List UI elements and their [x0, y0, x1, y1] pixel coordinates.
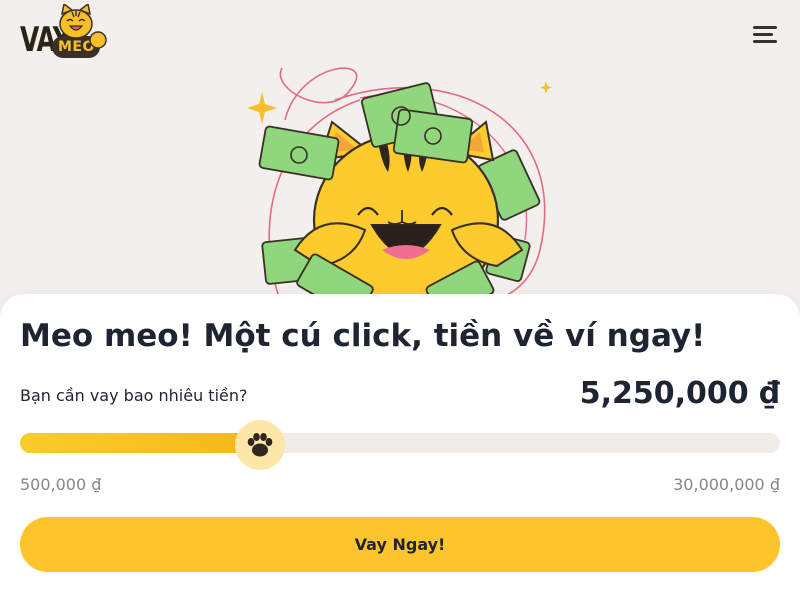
slider-thumb[interactable] — [235, 420, 285, 470]
slider-max-label: 30,000,000 ₫ — [673, 475, 780, 494]
slider-min-label: 500,000 ₫ — [20, 475, 102, 494]
loan-amount-slider[interactable] — [20, 420, 780, 470]
slider-fill — [20, 433, 270, 453]
paw-icon — [247, 433, 273, 457]
vay-meo-logo[interactable]: VAY MEO — [20, 4, 110, 60]
loan-amount-display: 5,250,000 ₫ — [579, 376, 780, 411]
loan-amount-question: Bạn cần vay bao nhiêu tiền? — [20, 386, 248, 405]
hamburger-menu-line — [753, 33, 773, 36]
logo-coin-icon — [89, 31, 107, 49]
sparkle-icon — [247, 92, 277, 124]
sparkle-icon — [540, 81, 552, 94]
hamburger-menu-line — [753, 40, 777, 43]
menu-button[interactable] — [748, 20, 782, 50]
page-title: Meo meo! Một cú click, tiền về ví ngay! — [20, 318, 706, 354]
hamburger-menu-icon — [753, 26, 777, 29]
apply-now-button[interactable]: Vay Ngay! — [20, 517, 780, 572]
happy-cat-with-money-illustration — [240, 60, 570, 320]
cat-illustration-svg — [247, 67, 552, 320]
